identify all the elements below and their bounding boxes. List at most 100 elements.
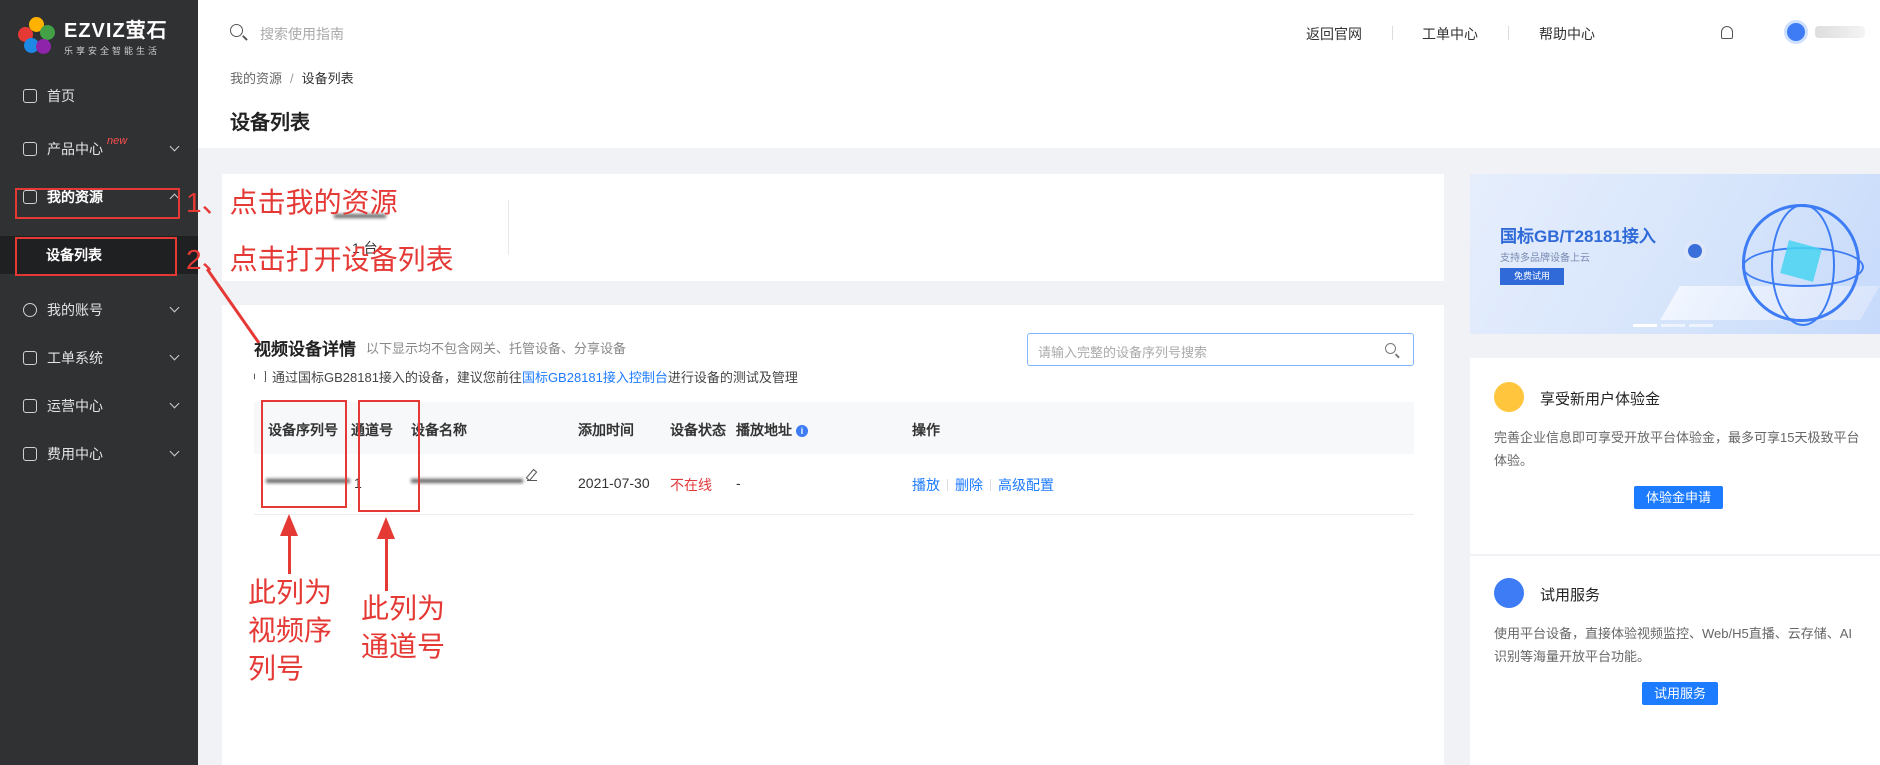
user-bonus-icon	[1494, 382, 1524, 412]
search-icon[interactable]	[1385, 343, 1396, 354]
sidebar-item-home[interactable]: 首页	[0, 78, 198, 114]
help-center-link[interactable]: 帮助中心	[1539, 24, 1595, 44]
chevron-down-icon	[169, 302, 180, 313]
top-bar: 搜索使用指南 返回官网 工单中心 帮助中心	[198, 0, 1880, 64]
annotation-box-device-list	[15, 237, 177, 276]
device-name-cell: ▬▬▬▬▬▬▬▬	[411, 470, 537, 486]
gb28181-notice: 通过国标GB28181接入的设备，建议您前往 国标GB28181接入控制台 进行设备…	[254, 367, 798, 386]
annotation-arrow-serial	[288, 532, 291, 574]
notice-prefix: 通过国标GB28181接入的设备，建议您前往	[272, 370, 522, 385]
divider	[990, 479, 991, 491]
info-icon[interactable]: i	[796, 425, 808, 437]
speaker-icon	[254, 371, 266, 382]
col-actions: 操作	[912, 422, 940, 438]
bonus-apply-button[interactable]: 体验金申请	[1634, 486, 1724, 509]
card-text: 使用平台设备，直接体验视频监控、Web/H5直播、云存储、AI识别等海量开放平台…	[1494, 626, 1853, 664]
sidebar: EZVIZ萤石 乐享安全智能生活 首页 产品中心 new 我的资源 设备列表 我…	[0, 0, 198, 765]
banner-subtitle: 支持多品牌设备上云	[1500, 253, 1590, 264]
play-action[interactable]: 播放	[912, 477, 940, 493]
divider	[508, 200, 509, 255]
add-time-cell: 2021-07-30	[578, 475, 650, 491]
breadcrumb-current: 设备列表	[301, 71, 354, 86]
sidebar-item-label: 费用中心	[47, 446, 103, 462]
annotation-box-serial	[261, 400, 347, 508]
sidebar-item-tickets[interactable]: 工单系统	[0, 340, 198, 376]
table-row: ▬▬▬▬▬▬ 1 ▬▬▬▬▬▬▬▬ 2021-07-30 不在线 - 播放 删除高…	[254, 454, 1414, 515]
sidebar-item-label: 工单系统	[47, 350, 103, 366]
sidebar-item-billing[interactable]: 费用中心	[0, 436, 198, 472]
section-subtitle: 以下显示均不包含网关、托管设备、分享设备	[366, 341, 627, 356]
card-title: 享受新用户体验金	[1540, 391, 1661, 408]
gb28181-console-link[interactable]: 国标GB28181接入控制台	[522, 367, 668, 386]
col-status: 设备状态	[670, 422, 726, 438]
billing-icon	[23, 447, 37, 461]
edit-pencil-icon[interactable]	[527, 471, 537, 481]
play-url-cell: -	[736, 475, 741, 491]
sidebar-item-products[interactable]: 产品中心 new	[0, 131, 198, 167]
chevron-down-icon	[169, 350, 180, 361]
avatar[interactable]	[1784, 20, 1808, 44]
ezviz-logo[interactable]: EZVIZ萤石 乐享安全智能生活	[18, 14, 168, 57]
col-play-url: 播放地址 i	[736, 420, 808, 440]
search-placeholder: 请输入完整的设备序列号搜索	[1038, 345, 1208, 360]
device-name-blurred: ▬▬▬▬▬▬▬▬	[411, 470, 523, 486]
col-play-url-label: 播放地址	[736, 422, 792, 438]
annotation-arrowhead-serial	[280, 514, 298, 536]
annotation-serial-note: 此列为视频序列号	[248, 577, 333, 684]
home-icon	[23, 89, 37, 103]
table-header: 设备序列号 通道号 设备名称 添加时间 设备状态 播放地址 i 操作	[254, 402, 1414, 454]
divider	[1392, 26, 1393, 40]
col-add-time: 添加时间	[578, 422, 634, 438]
annotation-step1: 1、点击我的资源	[186, 187, 398, 218]
page-header: 我的资源 / 设备列表 设备列表	[198, 64, 1880, 148]
breadcrumb-separator: /	[290, 71, 294, 86]
annotation-channel-note: 此列为通道号	[361, 593, 446, 662]
delete-action[interactable]: 删除	[955, 477, 983, 493]
sidebar-item-label: 产品中心	[47, 141, 103, 157]
serial-search-input[interactable]: 请输入完整的设备序列号搜索	[1027, 333, 1414, 366]
chevron-down-icon	[169, 398, 180, 409]
banner-title: 国标GB/T28181接入	[1500, 227, 1656, 246]
annotation-arrow-channel	[385, 536, 388, 591]
account-icon	[23, 303, 37, 317]
bell-icon[interactable]	[1721, 26, 1733, 39]
annotation-box-channel	[358, 400, 420, 512]
bookmark-icon	[1494, 578, 1524, 608]
gb28181-banner[interactable]: 国标GB/T28181接入 支持多品牌设备上云 免费试用	[1470, 174, 1880, 334]
guide-search-input[interactable]: 搜索使用指南	[260, 24, 344, 44]
new-user-bonus-card: 享受新用户体验金 完善企业信息即可享受开放平台体验金，最多可享15天极致平台体验…	[1470, 358, 1880, 554]
sidebar-item-label: 我的账号	[47, 302, 103, 318]
advanced-config-action[interactable]: 高级配置	[998, 477, 1054, 493]
breadcrumb: 我的资源 / 设备列表	[230, 68, 354, 87]
sidebar-item-account[interactable]: 我的账号	[0, 292, 198, 328]
banner-free-trial-button[interactable]: 免费试用	[1500, 268, 1564, 285]
device-detail-card: 视频设备详情 以下显示均不包含网关、托管设备、分享设备 通过国标GB28181接…	[222, 305, 1444, 765]
chevron-down-icon	[169, 141, 180, 152]
annotation-arrowhead-channel	[377, 517, 395, 539]
logo-mark-icon	[18, 16, 56, 55]
username-blurred[interactable]	[1815, 26, 1865, 38]
card-title: 试用服务	[1540, 587, 1601, 604]
trial-service-button[interactable]: 试用服务	[1642, 682, 1719, 705]
ticket-center-link[interactable]: 工单中心	[1422, 24, 1478, 44]
carousel-dots[interactable]	[1633, 324, 1713, 327]
section-title: 视频设备详情	[254, 340, 356, 359]
search-icon[interactable]	[230, 24, 243, 37]
logo-title: EZVIZ萤石	[64, 20, 168, 42]
box-icon	[23, 142, 37, 156]
chevron-down-icon	[169, 446, 180, 457]
notice-suffix: 进行设备的测试及管理	[667, 370, 798, 385]
annotation-step2: 2、点击打开设备列表	[186, 244, 454, 275]
ticket-icon	[23, 351, 37, 365]
divider	[1508, 26, 1509, 40]
sidebar-item-operations[interactable]: 运营中心	[0, 388, 198, 424]
back-to-site-link[interactable]: 返回官网	[1306, 24, 1362, 44]
card-text: 完善企业信息即可享受开放平台体验金，最多可享15天极致平台体验。	[1494, 430, 1860, 468]
new-badge: new	[107, 135, 128, 147]
divider	[947, 479, 948, 491]
status-cell: 不在线	[670, 477, 712, 493]
actions-cell: 播放 删除 高级配置	[912, 475, 1054, 495]
sidebar-item-label: 运营中心	[47, 398, 103, 414]
sidebar-item-label: 首页	[47, 88, 75, 104]
breadcrumb-root[interactable]: 我的资源	[230, 71, 282, 86]
